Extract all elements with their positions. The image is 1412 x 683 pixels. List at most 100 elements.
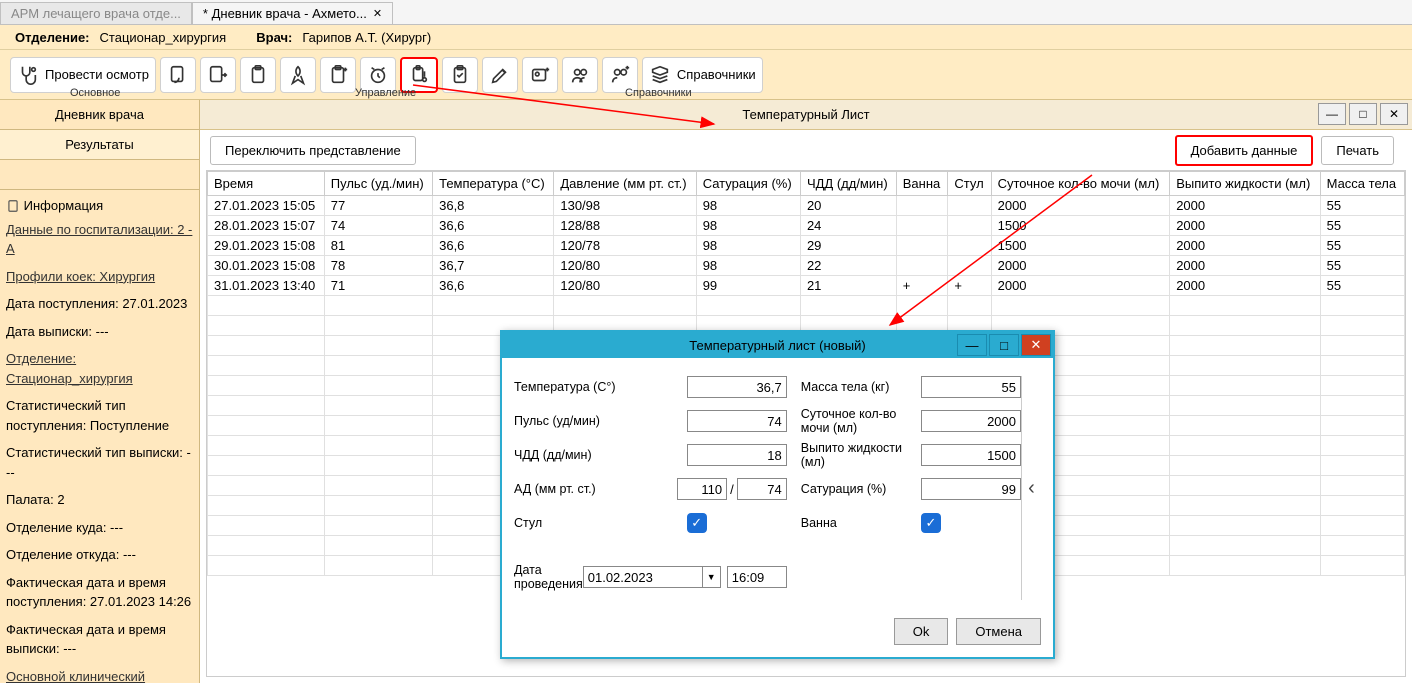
table-cell <box>896 236 948 256</box>
stethoscope-icon <box>17 64 39 86</box>
tab-arm[interactable]: АРМ лечащего врача отде... <box>0 2 192 24</box>
dialog-scroll-left[interactable]: ‹ <box>1021 376 1041 600</box>
info-depfrom: Отделение откуда: --- <box>6 545 193 565</box>
table-row[interactable]: 29.01.2023 15:088136,6120/78982915002000… <box>208 236 1405 256</box>
time-input[interactable] <box>727 566 787 588</box>
grp-refs: Справочники <box>625 87 692 99</box>
table-cell: 24 <box>800 216 896 236</box>
sat-input[interactable] <box>921 478 1021 500</box>
table-row[interactable]: 30.01.2023 15:087836,7120/80982220002000… <box>208 256 1405 276</box>
table-header[interactable]: Масса тела <box>1320 172 1404 196</box>
table-header[interactable]: Давление (мм рт. ст.) <box>554 172 696 196</box>
tb-2[interactable] <box>200 57 236 93</box>
print-button[interactable]: Печать <box>1321 136 1394 165</box>
table-header[interactable]: Суточное кол-во мочи (мл) <box>991 172 1170 196</box>
info-profile[interactable]: Профили коек: Хирургия <box>6 269 155 284</box>
info-depto: Отделение куда: --- <box>6 518 193 538</box>
table-cell: 21 <box>800 276 896 296</box>
table-header[interactable]: Время <box>208 172 325 196</box>
tb-3[interactable] <box>240 57 276 93</box>
tab-diary-left[interactable]: Дневник врача <box>0 100 199 130</box>
info-stat2: Статистический тип выписки: --- <box>6 443 193 482</box>
fluid-input[interactable] <box>921 444 1021 466</box>
table-row[interactable]: 28.01.2023 15:077436,6128/88982415002000… <box>208 216 1405 236</box>
ok-button[interactable]: Ok <box>894 618 949 645</box>
dialog-minimize[interactable]: — <box>957 334 987 356</box>
tab-results-left[interactable]: Результаты <box>0 130 199 160</box>
tab-strip: АРМ лечащего врача отде... * Дневник вра… <box>0 0 1412 25</box>
table-cell <box>896 216 948 236</box>
date-label: Дата проведения <box>514 563 583 591</box>
table-row-empty <box>208 296 1405 316</box>
minimize-button[interactable]: — <box>1318 103 1346 125</box>
table-cell <box>948 196 991 216</box>
sat-label: Сатурация (%) <box>801 482 921 496</box>
cancel-button[interactable]: Отмена <box>956 618 1041 645</box>
info-diag[interactable]: Основной клинический диагноз: заболевани… <box>6 669 145 683</box>
add-data-button[interactable]: Добавить данные <box>1175 135 1314 166</box>
table-header[interactable]: Стул <box>948 172 991 196</box>
chdd-input[interactable] <box>687 444 787 466</box>
table-cell: 29 <box>800 236 896 256</box>
table-row[interactable]: 27.01.2023 15:057736,8130/98982020002000… <box>208 196 1405 216</box>
switch-view-button[interactable]: Переключить представление <box>210 136 416 165</box>
table-cell: 55 <box>1320 216 1404 236</box>
table-header[interactable]: Температура (°С) <box>433 172 554 196</box>
tb-5[interactable] <box>320 57 356 93</box>
tab-diary[interactable]: * Дневник врача - Ахмето...✕ <box>192 2 393 24</box>
panel-toolbar: Переключить представление Добавить данны… <box>200 130 1412 170</box>
table-cell: 27.01.2023 15:05 <box>208 196 325 216</box>
table-cell: 98 <box>696 236 800 256</box>
table-header[interactable]: Выпито жидкости (мл) <box>1170 172 1320 196</box>
ad-sys-input[interactable] <box>677 478 727 500</box>
ad-dia-input[interactable] <box>737 478 787 500</box>
urine-input[interactable] <box>921 410 1021 432</box>
info-title: Информация <box>24 196 104 216</box>
table-header[interactable]: ЧДД (дд/мин) <box>800 172 896 196</box>
doc-move-icon <box>207 64 229 86</box>
table-cell <box>948 216 991 236</box>
close-icon[interactable]: ✕ <box>373 7 382 20</box>
info-dep[interactable]: Отделение: Стационар_хирургия <box>6 351 133 386</box>
table-cell: 2000 <box>991 276 1170 296</box>
table-cell: 36,6 <box>433 216 554 236</box>
table-cell: 98 <box>696 216 800 236</box>
tb-9[interactable] <box>482 57 518 93</box>
tb-1[interactable] <box>160 57 196 93</box>
table-cell: 2000 <box>1170 276 1320 296</box>
clip-plus-icon <box>327 64 349 86</box>
table-cell: 2000 <box>1170 216 1320 236</box>
fluid-label: Выпито жидкости (мл) <box>801 441 921 469</box>
dep-label: Отделение: <box>15 30 90 45</box>
temp-label: Температура (С°) <box>514 380 687 394</box>
tb-8[interactable] <box>442 57 478 93</box>
clipboard-icon <box>247 64 269 86</box>
info-hosp[interactable]: Данные по госпитализации: 2 - А <box>6 222 192 257</box>
tb-4[interactable] <box>280 57 316 93</box>
close-button[interactable]: ✕ <box>1380 103 1408 125</box>
toolbar: Провести осмотр Справочники Основное Упр… <box>0 50 1412 100</box>
mass-input[interactable] <box>921 376 1021 398</box>
date-dropdown[interactable]: ▼ <box>703 566 721 588</box>
pulse-input[interactable] <box>687 410 787 432</box>
dialog-close[interactable]: ✕ <box>1021 334 1051 356</box>
table-cell: 30.01.2023 15:08 <box>208 256 325 276</box>
table-row[interactable]: 31.01.2023 13:407136,6120/809921++200020… <box>208 276 1405 296</box>
dialog-title-bar[interactable]: Температурный лист (новый) — □ ✕ <box>502 332 1053 358</box>
tb-11[interactable] <box>562 57 598 93</box>
tb-10[interactable] <box>522 57 558 93</box>
table-header[interactable]: Сатурация (%) <box>696 172 800 196</box>
panel-title-bar: Температурный Лист — □ ✕ <box>200 100 1412 130</box>
doc-loop-icon <box>167 64 189 86</box>
table-cell: 55 <box>1320 196 1404 216</box>
maximize-button[interactable]: □ <box>1349 103 1377 125</box>
clip-check-icon <box>449 64 471 86</box>
bath-checkbox[interactable]: ✓ <box>921 513 941 533</box>
date-input[interactable] <box>583 566 703 588</box>
table-header[interactable]: Ванна <box>896 172 948 196</box>
table-header[interactable]: Пульс (уд./мин) <box>324 172 432 196</box>
stool-checkbox[interactable]: ✓ <box>687 513 707 533</box>
temp-input[interactable] <box>687 376 787 398</box>
panel-title: Температурный Лист <box>742 107 869 122</box>
dialog-maximize[interactable]: □ <box>989 334 1019 356</box>
